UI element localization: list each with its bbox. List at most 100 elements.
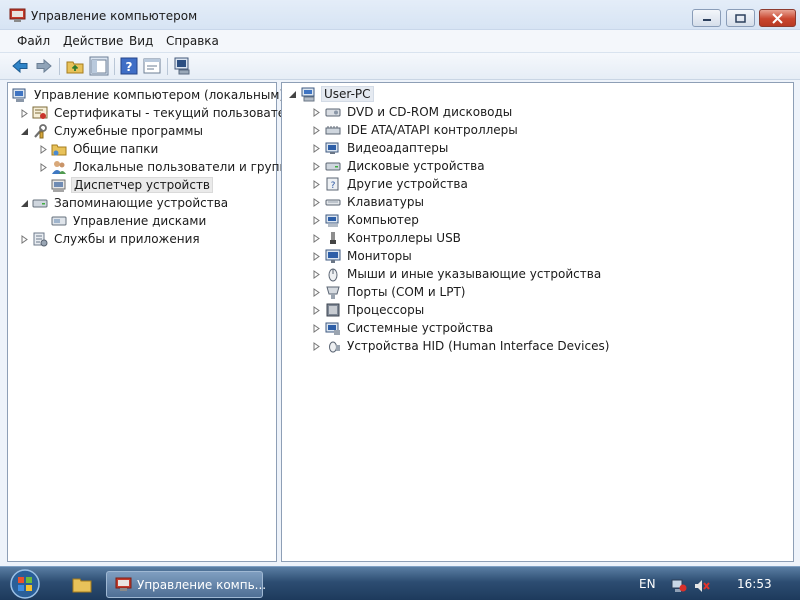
maximize-icon <box>735 13 746 23</box>
collapse-arrow-icon[interactable] <box>288 90 297 99</box>
mouse-icon <box>328 268 338 282</box>
device-category-item[interactable]: Системные устройства <box>312 319 495 337</box>
computer-name: User-PC <box>321 86 374 102</box>
certificate-icon <box>32 106 48 119</box>
maximize-button[interactable] <box>726 9 755 27</box>
menu-help[interactable]: Справка <box>166 34 219 48</box>
explorer-taskbar-icon[interactable] <box>70 571 94 598</box>
tree-item-shared-folders[interactable]: Общие папки <box>39 140 160 158</box>
console-tree-pane[interactable]: Управление компьютером (локальным) Серти… <box>7 82 300 562</box>
clock[interactable]: 16:53 <box>737 577 772 591</box>
properties-icon[interactable] <box>142 56 162 76</box>
tree-item-disk-management[interactable]: Управление дисками <box>51 212 208 230</box>
device-category-item[interactable]: Компьютер <box>312 211 421 229</box>
collapse-arrow-icon[interactable] <box>20 127 29 136</box>
menu-file[interactable]: Файл <box>17 34 50 48</box>
device-tree-pane[interactable]: User-PC DVD и CD-ROM дисководы IDE ATA/AT… <box>281 82 794 562</box>
expand-arrow-icon[interactable] <box>312 305 321 315</box>
up-folder-icon[interactable] <box>65 56 85 76</box>
expand-arrow-icon[interactable] <box>312 287 321 297</box>
expand-arrow-icon[interactable] <box>312 251 321 261</box>
expand-arrow-icon[interactable] <box>312 107 321 117</box>
menu-action[interactable]: Действие <box>63 34 123 48</box>
computer-management-icon <box>115 577 132 591</box>
back-arrow-icon[interactable] <box>10 56 30 76</box>
toolbar-separator <box>167 58 168 75</box>
expand-arrow-icon[interactable] <box>312 179 321 189</box>
processor-icon <box>326 303 340 317</box>
start-button-icon[interactable] <box>5 568 45 600</box>
close-button[interactable] <box>759 9 796 27</box>
expand-arrow-icon[interactable] <box>312 269 321 279</box>
device-category-item[interactable]: Мониторы <box>312 247 414 265</box>
menu-bar: Файл Действие Вид Справка <box>0 30 800 52</box>
device-tree-root[interactable]: User-PC <box>288 85 374 103</box>
users-icon <box>52 161 66 174</box>
display-adapter-icon <box>325 142 339 154</box>
computer-icon <box>301 87 315 102</box>
device-category-item[interactable]: Порты (COM и LPT) <box>312 283 467 301</box>
tree-item-device-manager[interactable]: Диспетчер устройств <box>51 176 214 194</box>
expand-arrow-icon[interactable] <box>39 145 48 154</box>
svg-text:?: ? <box>126 60 133 74</box>
scan-hardware-icon[interactable] <box>173 56 193 76</box>
expand-arrow-icon[interactable] <box>312 323 321 333</box>
storage-icon <box>32 199 48 208</box>
device-category-item[interactable]: Устройства HID (Human Interface Devices) <box>312 337 611 355</box>
svg-text:?: ? <box>331 181 336 191</box>
expand-arrow-icon[interactable] <box>312 197 321 207</box>
expand-arrow-icon[interactable] <box>312 341 321 351</box>
computer-management-window: Управление компьютером Файл Действие Вид… <box>0 0 800 566</box>
minimize-icon <box>702 19 711 21</box>
tree-root-label: Управление компьютером (локальным) <box>34 88 285 102</box>
minimize-button[interactable] <box>692 9 721 27</box>
usb-controller-icon <box>330 232 336 244</box>
device-category-item[interactable]: ? Другие устройства <box>312 175 470 193</box>
tree-item-storage[interactable]: Запоминающие устройства <box>20 194 230 212</box>
taskbar-app-computer-management[interactable]: Управление компь... <box>106 571 266 598</box>
title-bar[interactable]: Управление компьютером <box>0 0 800 30</box>
ide-controller-icon <box>325 126 341 135</box>
computer-icon <box>325 214 339 227</box>
system-device-icon <box>325 322 340 335</box>
expand-arrow-icon[interactable] <box>20 235 29 244</box>
services-icon <box>33 232 48 247</box>
language-indicator[interactable]: EN <box>639 577 656 591</box>
tree-item-certificates[interactable]: Сертификаты - текущий пользователь <box>20 104 302 122</box>
menu-view[interactable]: Вид <box>129 34 153 48</box>
expand-arrow-icon[interactable] <box>312 161 321 171</box>
expand-arrow-icon[interactable] <box>20 109 29 118</box>
device-category-item[interactable]: Контроллеры USB <box>312 229 463 247</box>
device-category-item[interactable]: Клавиатуры <box>312 193 426 211</box>
toolbar-separator <box>59 58 60 75</box>
expand-arrow-icon[interactable] <box>312 233 321 243</box>
expand-arrow-icon[interactable] <box>312 125 321 135</box>
disk-management-icon <box>51 216 67 226</box>
tree-item-system-tools[interactable]: Служебные программы <box>20 122 205 140</box>
tree-root[interactable]: Управление компьютером (локальным) <box>12 86 286 104</box>
show-tree-icon[interactable] <box>89 56 109 76</box>
device-category-item[interactable]: Мыши и иные указывающие устройства <box>312 265 603 283</box>
collapse-arrow-icon[interactable] <box>20 199 29 208</box>
expand-arrow-icon[interactable] <box>312 143 321 153</box>
expand-arrow-icon[interactable] <box>39 163 48 172</box>
tree-item-services[interactable]: Службы и приложения <box>20 230 202 248</box>
expand-arrow-icon[interactable] <box>312 215 321 225</box>
network-icon[interactable] <box>671 579 687 593</box>
volume-muted-icon[interactable] <box>694 579 710 593</box>
keyboard-icon <box>325 199 341 206</box>
unknown-device-icon: ? <box>326 177 339 191</box>
forward-arrow-icon[interactable] <box>34 56 54 76</box>
device-category-item[interactable]: Процессоры <box>312 301 426 319</box>
tree-item-local-users[interactable]: Локальные пользователи и группы <box>39 158 299 176</box>
device-category-item[interactable]: DVD и CD-ROM дисководы <box>312 103 514 121</box>
close-icon <box>772 12 783 24</box>
device-category-item[interactable]: Видеоадаптеры <box>312 139 450 157</box>
toolbar: ? <box>0 52 800 80</box>
device-category-item[interactable]: IDE ATA/ATAPI контроллеры <box>312 121 520 139</box>
device-category-item[interactable]: Дисковые устройства <box>312 157 487 175</box>
shared-folder-icon <box>51 144 67 156</box>
dvd-drive-icon <box>325 108 341 117</box>
computer-management-icon <box>12 88 26 102</box>
help-icon[interactable]: ? <box>119 56 139 76</box>
